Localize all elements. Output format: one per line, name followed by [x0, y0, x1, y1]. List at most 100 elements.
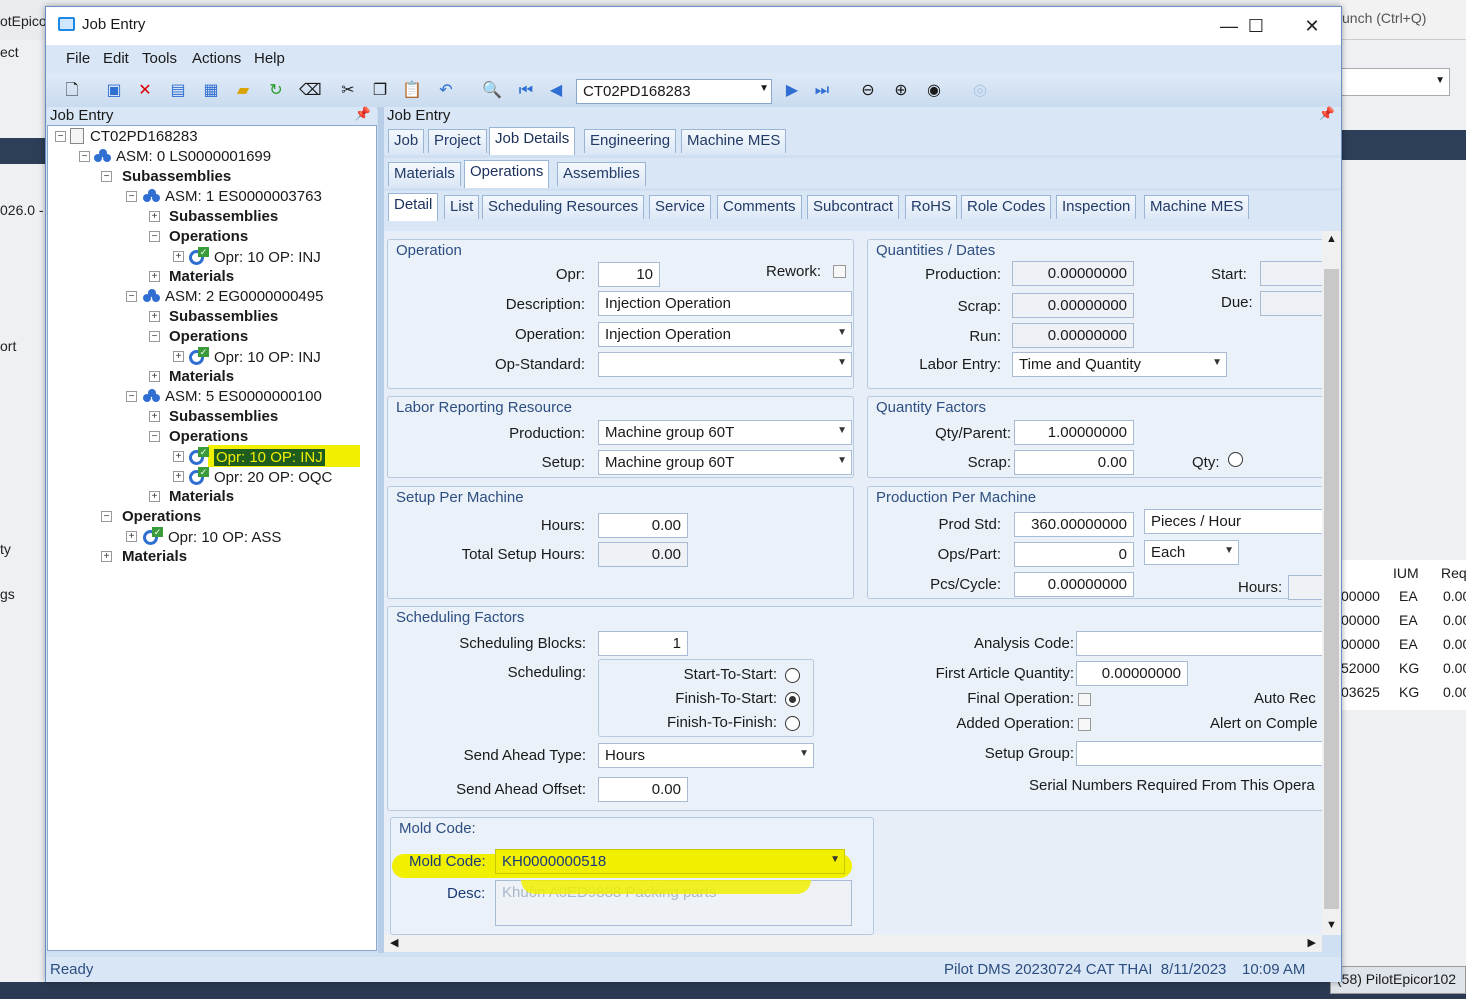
- run-icon[interactable]: ◎: [970, 81, 990, 101]
- expand-icon[interactable]: +: [173, 471, 184, 482]
- due-date-field[interactable]: [1260, 291, 1322, 316]
- final-operation-checkbox[interactable]: [1078, 693, 1091, 706]
- collapse-icon[interactable]: −: [149, 231, 160, 242]
- tree-node-operation[interactable]: ✓ Opr: 10 OP: INJ: [189, 347, 321, 367]
- menu-file[interactable]: File: [66, 50, 90, 67]
- tab-role-codes[interactable]: Role Codes: [961, 195, 1052, 219]
- added-operation-checkbox[interactable]: [1078, 718, 1091, 731]
- start-to-start-radio[interactable]: [785, 668, 800, 683]
- expand-icon[interactable]: +: [173, 451, 184, 462]
- forward-icon[interactable]: ⊕: [891, 81, 911, 101]
- tab-assemblies[interactable]: Assemblies: [557, 162, 646, 186]
- qty-radio[interactable]: [1228, 452, 1243, 467]
- tab-comments[interactable]: Comments: [717, 195, 802, 219]
- new-icon[interactable]: 🗋: [62, 81, 82, 101]
- tab-operations[interactable]: Operations: [464, 160, 550, 188]
- vertical-scrollbar[interactable]: ▲ ▼: [1322, 231, 1341, 935]
- qty-parent-field[interactable]: 1.00000000: [1014, 420, 1134, 445]
- refresh-icon[interactable]: ↻: [266, 81, 286, 101]
- menu-tools[interactable]: Tools: [142, 50, 177, 67]
- prod-hours-field[interactable]: [1288, 575, 1322, 600]
- tree-node-operations[interactable]: Operations: [122, 507, 201, 527]
- tab-job-details[interactable]: Job Details: [489, 127, 576, 155]
- maximize-button[interactable]: ☐: [1228, 7, 1284, 45]
- opr-field[interactable]: 10: [598, 262, 660, 287]
- undo-icon[interactable]: ↶: [436, 81, 456, 101]
- finish-to-finish-radio[interactable]: [785, 716, 800, 731]
- bg-combo[interactable]: ▼: [1340, 68, 1450, 96]
- scroll-right-icon[interactable]: ▶: [1308, 936, 1316, 949]
- labor-entry-combo[interactable]: Time and Quantity ▼: [1012, 352, 1227, 377]
- scroll-thumb[interactable]: [1324, 269, 1339, 909]
- pin-icon[interactable]: 📌: [1319, 106, 1335, 122]
- menu-edit[interactable]: Edit: [103, 50, 129, 67]
- factor-scrap-field[interactable]: 0.00: [1014, 450, 1134, 475]
- job-number-combo[interactable]: CT02PD168283 ▼: [576, 79, 772, 104]
- tree-node-asm2[interactable]: ASM: 2 EG0000000495: [143, 287, 323, 307]
- tab-subcontract[interactable]: Subcontract: [807, 195, 900, 219]
- total-setup-hours-field[interactable]: 0.00: [598, 542, 688, 567]
- tree-node-operation[interactable]: ✓ Opr: 10 OP: ASS: [143, 527, 281, 547]
- expand-icon[interactable]: +: [149, 491, 160, 502]
- last-record-icon[interactable]: ⏭: [812, 81, 832, 101]
- tab-list[interactable]: List: [444, 195, 480, 219]
- menu-actions[interactable]: Actions: [192, 50, 241, 67]
- horizontal-scrollbar[interactable]: ◀ ▶: [384, 935, 1322, 952]
- description-field[interactable]: Injection Operation: [598, 291, 852, 316]
- scroll-down-icon[interactable]: ▼: [1326, 919, 1337, 931]
- send-ahead-type-combo[interactable]: Hours ▼: [598, 743, 814, 768]
- labor-production-combo[interactable]: Machine group 60T ▼: [598, 420, 852, 445]
- tree-node-operations[interactable]: Operations: [169, 227, 248, 247]
- expand-icon[interactable]: +: [149, 311, 160, 322]
- tree-node-materials[interactable]: Materials: [169, 367, 234, 387]
- tab-engineering[interactable]: Engineering: [584, 129, 677, 153]
- scroll-up-icon[interactable]: ▲: [1326, 233, 1337, 245]
- scrap-qty-field[interactable]: 0.00000000: [1012, 293, 1134, 318]
- tab-service[interactable]: Service: [649, 195, 712, 219]
- tree-node-materials[interactable]: Materials: [169, 487, 234, 507]
- tab-machine-mes[interactable]: Machine MES: [681, 129, 787, 153]
- op-standard-combo[interactable]: ▼: [598, 352, 852, 377]
- collapse-icon[interactable]: −: [149, 331, 160, 342]
- expand-icon[interactable]: +: [173, 351, 184, 362]
- collapse-icon[interactable]: −: [55, 131, 66, 142]
- copy-icon[interactable]: ❐: [370, 81, 390, 101]
- prod-std-field[interactable]: 360.00000000: [1014, 512, 1134, 537]
- first-article-qty-field[interactable]: 0.00000000: [1076, 661, 1188, 686]
- tab-scheduling-resources[interactable]: Scheduling Resources: [482, 195, 645, 219]
- collapse-icon[interactable]: −: [101, 171, 112, 182]
- finish-to-start-radio[interactable]: [785, 692, 800, 707]
- attach-icon[interactable]: ▤: [168, 81, 188, 101]
- labor-setup-combo[interactable]: Machine group 60T ▼: [598, 450, 852, 475]
- pcs-cycle-field[interactable]: 0.00000000: [1014, 572, 1134, 597]
- expand-icon[interactable]: +: [149, 371, 160, 382]
- tree-node-materials[interactable]: Materials: [122, 547, 187, 567]
- tree-node-asm1[interactable]: ASM: 1 ES0000003763: [143, 187, 322, 207]
- home-icon[interactable]: ◉: [924, 81, 944, 101]
- bg-search-bar[interactable]: unch (Ctrl+Q): [1340, 0, 1466, 40]
- expand-icon[interactable]: +: [149, 271, 160, 282]
- prev-record-icon[interactable]: ◀: [546, 81, 566, 101]
- setup-hours-field[interactable]: 0.00: [598, 513, 688, 538]
- next-record-icon[interactable]: ▶: [782, 81, 802, 101]
- setup-group-field[interactable]: [1076, 741, 1322, 766]
- tab-job[interactable]: Job: [388, 129, 425, 153]
- send-ahead-offset-field[interactable]: 0.00: [598, 777, 688, 802]
- back-icon[interactable]: ⊖: [858, 81, 878, 101]
- tree-node-operation[interactable]: ✓ Opr: 20 OP: OQC: [189, 467, 332, 487]
- tree-node-subassemblies[interactable]: Subassemblies: [169, 407, 278, 427]
- expand-icon[interactable]: +: [149, 411, 160, 422]
- tree-node-subassemblies[interactable]: Subassemblies: [169, 207, 278, 227]
- tree-node-subassemblies[interactable]: Subassemblies: [122, 167, 231, 187]
- tab-materials[interactable]: Materials: [388, 162, 461, 186]
- scheduling-blocks-field[interactable]: 1: [598, 631, 688, 656]
- tab-project[interactable]: Project: [428, 129, 487, 153]
- first-record-icon[interactable]: ⏮: [516, 81, 536, 101]
- menu-help[interactable]: Help: [254, 50, 285, 67]
- collapse-icon[interactable]: −: [149, 431, 160, 442]
- tab-inspection[interactable]: Inspection: [1056, 195, 1137, 219]
- analysis-code-field[interactable]: [1076, 631, 1322, 656]
- rework-checkbox[interactable]: [833, 265, 846, 278]
- collapse-icon[interactable]: −: [79, 151, 90, 162]
- operation-combo[interactable]: Injection Operation ▼: [598, 322, 852, 347]
